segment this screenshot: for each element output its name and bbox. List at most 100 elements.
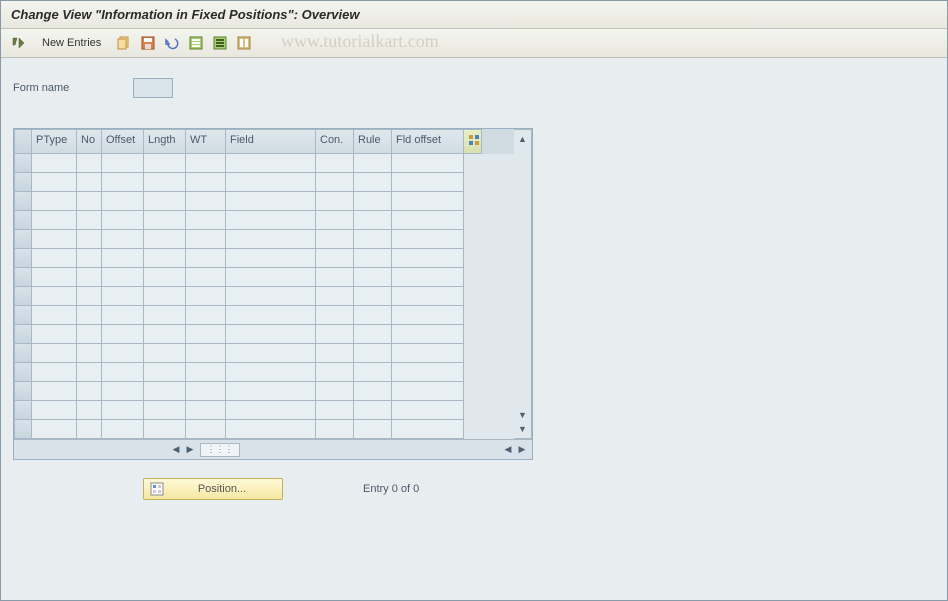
table-cell[interactable] [102,306,144,325]
table-cell[interactable] [226,173,316,192]
table-row[interactable] [14,192,514,211]
table-cell[interactable] [354,268,392,287]
table-cell[interactable] [186,192,226,211]
table-cell[interactable] [77,249,102,268]
table-cell[interactable] [186,306,226,325]
table-cell[interactable] [77,230,102,249]
table-cell[interactable] [144,287,186,306]
table-cell[interactable] [77,211,102,230]
table-cell[interactable] [186,173,226,192]
table-cell[interactable] [32,211,77,230]
table-cell[interactable] [354,249,392,268]
table-cell[interactable] [32,249,77,268]
table-cell[interactable] [14,363,32,382]
table-cell[interactable] [316,154,354,173]
table-row[interactable] [14,306,514,325]
table-cell[interactable] [354,173,392,192]
table-cell[interactable] [102,420,144,439]
configure-icon[interactable] [234,33,254,53]
table-cell[interactable] [226,287,316,306]
table-cell[interactable] [316,382,354,401]
column-wt[interactable]: WT [186,129,226,154]
table-cell[interactable] [14,382,32,401]
table-cell[interactable] [32,344,77,363]
table-cell[interactable] [77,268,102,287]
table-cell[interactable] [392,325,464,344]
table-row[interactable] [14,249,514,268]
table-cell[interactable] [316,325,354,344]
table-cell[interactable] [186,344,226,363]
table-row[interactable] [14,382,514,401]
table-cell[interactable] [144,363,186,382]
table-row[interactable] [14,173,514,192]
table-cell[interactable] [102,173,144,192]
table-cell[interactable] [186,287,226,306]
table-cell[interactable] [226,306,316,325]
table-cell[interactable] [392,287,464,306]
table-cell[interactable] [144,192,186,211]
table-row[interactable] [14,211,514,230]
table-cell[interactable] [316,306,354,325]
table-cell[interactable] [14,344,32,363]
table-cell[interactable] [354,363,392,382]
table-cell[interactable] [32,420,77,439]
table-cell[interactable] [392,306,464,325]
table-cell[interactable] [14,287,32,306]
table-cell[interactable] [144,325,186,344]
table-cell[interactable] [77,420,102,439]
table-cell[interactable] [32,230,77,249]
table-cell[interactable] [32,325,77,344]
copy-icon[interactable] [114,33,134,53]
table-cell[interactable] [102,325,144,344]
table-cell[interactable] [102,401,144,420]
table-cell[interactable] [316,344,354,363]
table-cell[interactable] [316,268,354,287]
table-cell[interactable] [392,154,464,173]
table-cell[interactable] [32,287,77,306]
table-cell[interactable] [226,192,316,211]
table-cell[interactable] [14,420,32,439]
table-cell[interactable] [144,211,186,230]
column-con[interactable]: Con. [316,129,354,154]
table-cell[interactable] [77,192,102,211]
table-cell[interactable] [316,287,354,306]
column-offset[interactable]: Offset [102,129,144,154]
table-cell[interactable] [102,382,144,401]
table-cell[interactable] [186,249,226,268]
table-cell[interactable] [354,287,392,306]
table-cell[interactable] [144,154,186,173]
table-cell[interactable] [144,230,186,249]
vertical-scrollbar[interactable]: ▲ ▼ ▼ [514,129,532,439]
table-cell[interactable] [32,382,77,401]
table-cell[interactable] [316,249,354,268]
table-cell[interactable] [77,306,102,325]
table-cell[interactable] [316,420,354,439]
table-cell[interactable] [354,420,392,439]
scroll-left-icon[interactable]: ◀ [170,444,182,455]
column-fld-offset[interactable]: Fld offset [392,129,464,154]
table-cell[interactable] [354,192,392,211]
table-cell[interactable] [354,230,392,249]
table-cell[interactable] [186,154,226,173]
table-cell[interactable] [144,344,186,363]
table-cell[interactable] [32,306,77,325]
table-cell[interactable] [144,420,186,439]
table-cell[interactable] [32,363,77,382]
table-cell[interactable] [102,249,144,268]
horizontal-scrollbar[interactable]: ◀ ▶ ⋮⋮⋮ ◀ ▶ [14,439,532,459]
table-cell[interactable] [226,325,316,344]
table-row[interactable] [14,363,514,382]
table-cell[interactable] [186,363,226,382]
table-cell[interactable] [186,268,226,287]
table-cell[interactable] [77,287,102,306]
table-cell[interactable] [392,401,464,420]
save-icon[interactable] [138,33,158,53]
table-cell[interactable] [186,325,226,344]
table-cell[interactable] [14,249,32,268]
deselect-all-icon[interactable] [210,33,230,53]
table-cell[interactable] [226,363,316,382]
table-cell[interactable] [32,173,77,192]
table-cell[interactable] [102,230,144,249]
table-cell[interactable] [226,154,316,173]
table-cell[interactable] [392,249,464,268]
